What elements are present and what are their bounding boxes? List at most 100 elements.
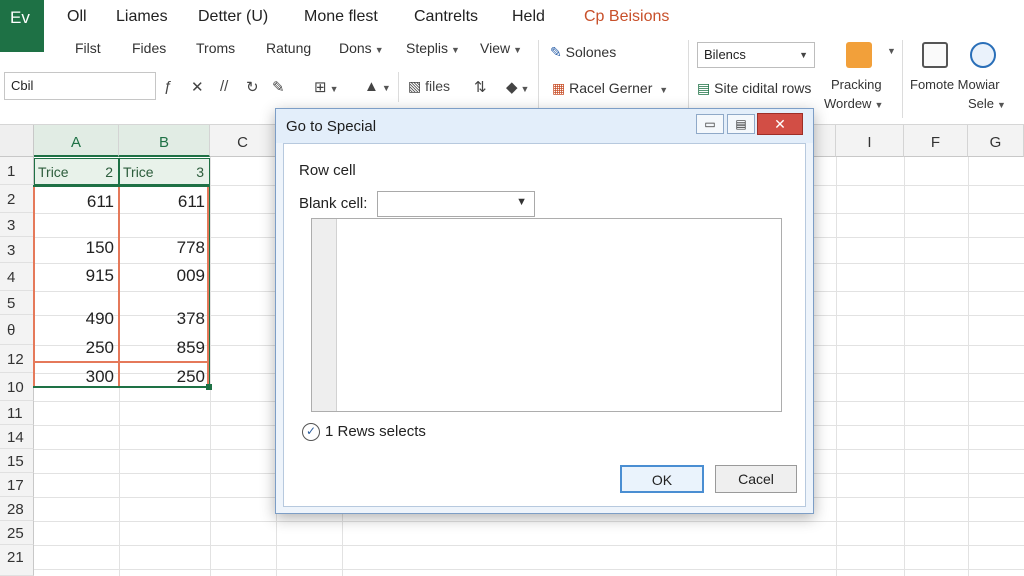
row-header[interactable]: 21 — [0, 545, 34, 576]
menu-tab-3[interactable]: Detter (U) — [198, 8, 268, 26]
column-header-a[interactable]: A — [34, 125, 119, 157]
fill-icon[interactable]: ▲ ▼ — [364, 78, 391, 95]
gridline — [904, 157, 905, 576]
cell-a4[interactable]: 915 — [40, 266, 114, 286]
sort-icon[interactable]: ⇅ — [474, 78, 487, 96]
row-header[interactable]: 3 — [0, 213, 34, 237]
close-icon[interactable]: ✕ — [757, 113, 803, 135]
chevron-down-icon: ▼ — [374, 45, 384, 55]
row-header[interactable]: 15 — [0, 449, 34, 473]
maximize-icon[interactable]: ▤ — [727, 114, 755, 134]
ribbon-separator — [688, 40, 689, 118]
menu-tab-2[interactable]: Liames — [116, 8, 168, 26]
cell-a1[interactable]: Trice 2 — [34, 158, 119, 185]
chevron-down-icon: ▼ — [874, 100, 884, 110]
row-header[interactable]: 2 — [0, 185, 34, 213]
column-header-c[interactable]: C — [210, 125, 276, 157]
site-rows-button[interactable]: ▤ Site cidital rows — [697, 80, 811, 97]
ribbon-item-6[interactable]: Steplis ▼ — [406, 40, 460, 56]
cell-a1-num: 2 — [105, 164, 113, 180]
gridline — [34, 521, 1024, 522]
chevron-down-icon: ▼ — [513, 45, 523, 55]
globe-icon[interactable] — [970, 42, 996, 68]
row-header[interactable]: 11 — [0, 401, 34, 425]
row-header[interactable]: 4 — [0, 263, 34, 291]
row-header[interactable]: 28 — [0, 497, 34, 521]
pracking-window-label: Wordew — [824, 96, 872, 111]
blank-cell-select[interactable]: ▼ — [377, 191, 535, 217]
row-header[interactable]: 10 — [0, 373, 34, 401]
cell-a3[interactable]: 150 — [40, 238, 114, 258]
menu-tab-4[interactable]: Mone flest — [304, 8, 378, 26]
style-select[interactable]: Bilencs ▼ — [697, 42, 815, 68]
ribbon-item-7[interactable]: View ▼ — [480, 40, 522, 56]
options-list[interactable] — [311, 218, 782, 412]
site-rows-label: Site cidital rows — [714, 80, 812, 96]
fomote-label[interactable]: Fomote Mowiar — [910, 77, 1000, 92]
name-box[interactable]: Cbil — [4, 72, 156, 100]
cell-a2[interactable]: 611 — [40, 192, 114, 212]
blank-cell-label: Blank cell: — [299, 195, 368, 212]
row-header[interactable]: 25 — [0, 521, 34, 545]
cancel-icon[interactable]: ✕ — [191, 78, 204, 96]
cell-a6[interactable]: 490 — [40, 309, 114, 329]
cell-b8[interactable]: 250 — [124, 367, 205, 387]
pracking-icon[interactable] — [846, 42, 872, 68]
row-header[interactable]: θ — [0, 315, 34, 345]
row-header[interactable]: 12 — [0, 345, 34, 373]
row-header[interactable]: 5 — [0, 291, 34, 315]
column-header-b[interactable]: B — [119, 125, 210, 157]
fill-handle[interactable] — [206, 384, 212, 390]
gridline — [34, 569, 1024, 570]
fomote-sele-button[interactable]: Sele ▼ — [968, 96, 1006, 111]
cell-b2[interactable]: 611 — [124, 192, 205, 212]
menu-bar: Ev Oll Liames Detter (U) Mone flest Cant… — [0, 0, 1024, 52]
row-header[interactable]: 14 — [0, 425, 34, 449]
menu-tab-6[interactable]: Held — [512, 8, 545, 26]
ribbon-item-2[interactable]: Fides — [132, 40, 166, 56]
cell-a7[interactable]: 250 — [40, 338, 114, 358]
dialog-titlebar[interactable]: Go to Special ▭ ▤ ✕ — [276, 109, 813, 143]
gridline — [836, 157, 837, 576]
menu-tab-5[interactable]: Cantrelts — [414, 8, 478, 26]
refresh-icon[interactable]: ↻ — [246, 78, 259, 96]
ribbon-item-4[interactable]: Ratung — [266, 40, 311, 56]
pracking-window-button[interactable]: Wordew ▼ — [824, 96, 883, 111]
document-icon[interactable] — [922, 42, 948, 68]
menu-tab-1[interactable]: Oll — [67, 8, 87, 26]
ribbon-item-1[interactable]: Filst — [75, 40, 101, 56]
cell-b6[interactable]: 378 — [124, 309, 205, 329]
italic-icon[interactable]: // — [220, 78, 228, 95]
cell-b1[interactable]: Trice 3 — [119, 158, 210, 185]
column-header-i[interactable]: I — [836, 125, 904, 157]
cell-a8[interactable]: 300 — [40, 367, 114, 387]
solones-button[interactable]: ✎ Solones — [550, 44, 616, 61]
row-header[interactable]: 17 — [0, 473, 34, 497]
menu-tab-7[interactable]: Cp Beisions — [584, 8, 669, 26]
column-header-g[interactable]: G — [968, 125, 1024, 157]
ribbon-item-3[interactable]: Troms — [196, 40, 235, 56]
racel-gerner-button[interactable]: ▦ Racel Gerner ▼ — [552, 80, 668, 97]
cell-b4[interactable]: 009 — [124, 266, 205, 286]
cell-b3[interactable]: 778 — [124, 238, 205, 258]
dialog-body: Row cell Blank cell: ▼ ✓ 1 Rews selects … — [283, 143, 806, 507]
filter-icon[interactable]: ◆ ▼ — [506, 78, 529, 96]
function-icon[interactable]: ƒ — [164, 78, 172, 95]
ok-button[interactable]: OK — [620, 465, 704, 493]
table-icon: ▦ — [552, 80, 566, 96]
chevron-down-icon: ▼ — [329, 84, 339, 94]
pracking-label[interactable]: Pracking — [831, 77, 882, 92]
cell-b7[interactable]: 859 — [124, 338, 205, 358]
column-header-f[interactable]: F — [904, 125, 968, 157]
cancel-button[interactable]: Cacel — [715, 465, 797, 493]
ribbon-item-5[interactable]: Dons ▼ — [339, 40, 384, 56]
row-cell-label: Row cell — [299, 162, 356, 179]
files-button[interactable]: ▧ files — [408, 78, 450, 95]
edit-icon[interactable]: ✎ — [272, 78, 285, 96]
row-header[interactable]: 3 — [0, 237, 34, 263]
format-icon[interactable]: ⊞ ▼ — [314, 78, 339, 96]
chevron-down-icon: ▼ — [451, 45, 460, 55]
minimize-icon[interactable]: ▭ — [696, 114, 724, 134]
select-all-corner[interactable] — [0, 125, 34, 157]
row-header[interactable]: 1 — [0, 157, 34, 185]
